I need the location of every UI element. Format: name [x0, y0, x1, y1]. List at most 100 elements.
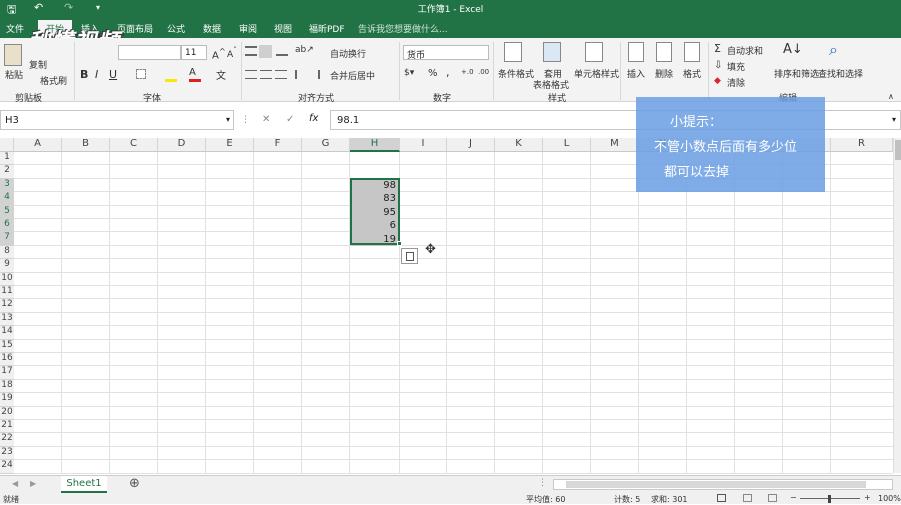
- enter-icon[interactable]: ✓: [286, 114, 294, 125]
- sheet-tab-sheet1[interactable]: Sheet1: [61, 476, 107, 493]
- zoom-out-icon[interactable]: −: [790, 493, 797, 502]
- number-format-combo[interactable]: 货币: [403, 45, 489, 61]
- orientation-icon[interactable]: ab↗: [295, 45, 314, 55]
- zoom-in-icon[interactable]: +: [864, 493, 871, 502]
- align-top-icon[interactable]: [245, 46, 257, 56]
- font-size-combo[interactable]: 11: [181, 45, 207, 60]
- conditional-format-button[interactable]: 条件格式: [498, 67, 534, 80]
- tab-file[interactable]: 文件: [6, 22, 24, 35]
- quick-analysis-button[interactable]: [401, 248, 418, 264]
- row-header-18[interactable]: 18: [0, 379, 14, 394]
- tab-split-handle[interactable]: ⋮: [538, 478, 547, 488]
- row-header-3[interactable]: 3: [0, 178, 14, 193]
- column-header-d[interactable]: D: [158, 138, 206, 152]
- row-header-20[interactable]: 20: [0, 406, 14, 420]
- horizontal-scroll-thumb[interactable]: [566, 481, 866, 488]
- row-header-22[interactable]: 22: [0, 433, 14, 447]
- column-header-k[interactable]: K: [495, 138, 543, 152]
- normal-view-icon[interactable]: [717, 494, 726, 502]
- border-icon[interactable]: [136, 69, 146, 79]
- row-header-5[interactable]: 5: [0, 205, 14, 219]
- fill-color-icon[interactable]: [165, 79, 177, 82]
- paste-button[interactable]: 粘贴: [5, 68, 23, 81]
- percent-button[interactable]: %: [428, 68, 438, 79]
- find-select-button[interactable]: 查找和选择: [818, 67, 863, 80]
- tab-foxit-pdf[interactable]: 福昕PDF: [309, 22, 345, 35]
- column-header-m[interactable]: M: [591, 138, 639, 152]
- vertical-scrollbar[interactable]: [893, 138, 901, 473]
- column-header-i[interactable]: I: [400, 138, 447, 152]
- row-header-13[interactable]: 13: [0, 312, 14, 327]
- decrease-font-icon[interactable]: Aˇ: [227, 46, 237, 60]
- fill-handle[interactable]: [397, 241, 402, 246]
- table-format-icon[interactable]: [543, 42, 561, 62]
- paste-icon[interactable]: [4, 44, 22, 66]
- row-header-11[interactable]: 11: [0, 286, 14, 300]
- column-header-e[interactable]: E: [206, 138, 254, 152]
- fill-button[interactable]: 填充: [727, 60, 745, 73]
- font-name-combo[interactable]: [118, 45, 181, 60]
- column-header-a[interactable]: A: [14, 138, 62, 152]
- insert-cells-icon[interactable]: [628, 42, 644, 62]
- align-center-icon[interactable]: [260, 70, 272, 79]
- zoom-slider-thumb[interactable]: [828, 495, 831, 503]
- add-sheet-button[interactable]: ⊕: [129, 476, 140, 491]
- format-cells-icon[interactable]: [684, 42, 700, 62]
- delete-cells-button[interactable]: 删除: [655, 67, 673, 80]
- row-header-6[interactable]: 6: [0, 219, 14, 233]
- insert-cells-button[interactable]: 插入: [627, 67, 645, 80]
- column-header-j[interactable]: J: [447, 138, 495, 152]
- cell-styles-button[interactable]: 单元格样式: [574, 67, 619, 80]
- clear-button[interactable]: 清除: [727, 76, 745, 89]
- horizontal-scrollbar[interactable]: [553, 479, 893, 490]
- align-middle-icon[interactable]: [259, 45, 272, 58]
- row-header-2[interactable]: 2: [0, 165, 14, 179]
- insert-function-icon[interactable]: fx: [309, 113, 318, 124]
- row-header-19[interactable]: 19: [0, 393, 14, 407]
- zoom-level[interactable]: 100%: [878, 494, 901, 503]
- wrap-text-button[interactable]: 自动换行: [330, 47, 366, 60]
- autosum-button[interactable]: 自动求和: [727, 44, 763, 57]
- align-bottom-icon[interactable]: [276, 46, 288, 56]
- column-header-g[interactable]: G: [302, 138, 350, 152]
- column-header-r[interactable]: R: [831, 138, 893, 152]
- fill-icon[interactable]: ⇩: [714, 60, 722, 71]
- name-box-dropdown-icon[interactable]: ▾: [226, 115, 230, 124]
- prev-sheet-icon[interactable]: ◀: [12, 479, 18, 488]
- column-header-c[interactable]: C: [110, 138, 158, 152]
- tab-data[interactable]: 数据: [203, 22, 221, 35]
- column-header-l[interactable]: L: [543, 138, 591, 152]
- cell-styles-icon[interactable]: [585, 42, 603, 62]
- row-header-4[interactable]: 4: [0, 192, 14, 206]
- align-right-icon[interactable]: [275, 70, 287, 79]
- vertical-scroll-thumb[interactable]: [895, 140, 901, 160]
- row-header-17[interactable]: 17: [0, 366, 14, 380]
- name-box[interactable]: H3: [0, 110, 234, 130]
- row-header-7[interactable]: 7: [0, 232, 14, 246]
- cancel-icon[interactable]: ✕: [262, 114, 270, 125]
- column-header-h[interactable]: H: [350, 138, 400, 152]
- row-header-12[interactable]: 12: [0, 299, 14, 313]
- find-icon[interactable]: ⌕: [829, 40, 838, 60]
- table-format-button-line2[interactable]: 表格格式: [533, 78, 569, 91]
- row-header-21[interactable]: 21: [0, 420, 14, 434]
- align-left-icon[interactable]: [245, 70, 257, 79]
- row-header-15[interactable]: 15: [0, 339, 14, 353]
- column-header-f[interactable]: F: [254, 138, 302, 152]
- decrease-decimal-icon[interactable]: .00: [478, 68, 489, 76]
- copy-button[interactable]: 复制: [29, 58, 47, 71]
- comma-button[interactable]: ,: [446, 66, 450, 79]
- currency-icon[interactable]: $▾: [404, 68, 414, 78]
- column-header-b[interactable]: B: [62, 138, 110, 152]
- row-header-14[interactable]: 14: [0, 326, 14, 340]
- bold-button[interactable]: B: [80, 68, 88, 81]
- select-all-corner[interactable]: [0, 138, 14, 152]
- row-header-16[interactable]: 16: [0, 353, 14, 367]
- delete-cells-icon[interactable]: [656, 42, 672, 62]
- next-sheet-icon[interactable]: ▶: [30, 479, 36, 488]
- italic-button[interactable]: I: [95, 68, 98, 81]
- underline-button[interactable]: U: [109, 68, 117, 81]
- format-cells-button[interactable]: 格式: [683, 67, 701, 80]
- row-header-1[interactable]: 1: [0, 152, 14, 166]
- phonetic-icon[interactable]: 文: [216, 67, 226, 82]
